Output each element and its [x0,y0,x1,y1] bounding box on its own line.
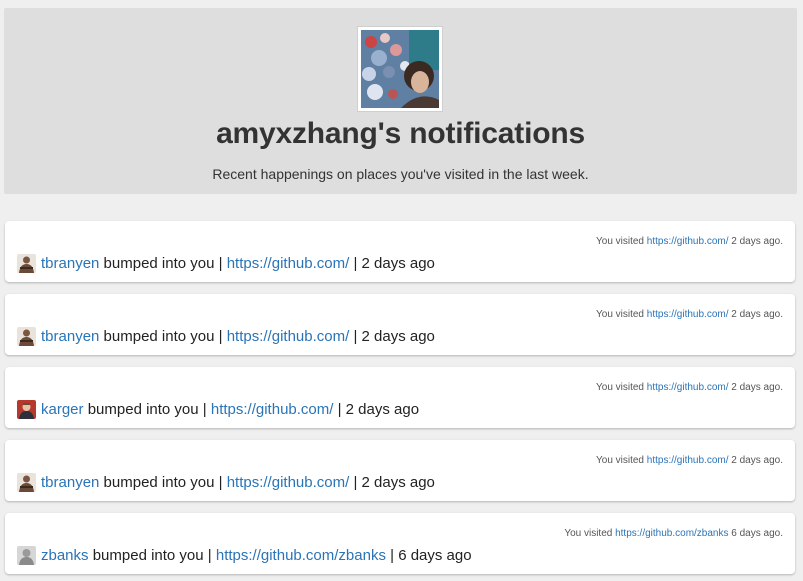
notification-time: 2 days ago [361,328,435,345]
visit-prefix: You visited [596,382,644,393]
notification-card: You visited https://github.com/ 2 days a… [5,294,795,355]
profile-avatar[interactable] [357,26,443,112]
notification-card: You visited https://github.com/ 2 days a… [5,440,795,501]
notifications-header: amyxzhang's notifications Recent happeni… [4,8,797,194]
page-link[interactable]: https://github.com/ [211,401,334,418]
page-subtitle: Recent happenings on places you've visit… [212,166,589,182]
user-link[interactable]: tbranyen [41,474,99,491]
user-avatar-icon[interactable] [17,327,36,346]
visit-link[interactable]: https://github.com/ [647,309,729,320]
notification-time: 2 days ago [361,255,435,272]
visit-link[interactable]: https://github.com/ [647,236,729,247]
notification-action: bumped into you [103,255,215,272]
user-avatar-icon[interactable] [17,254,36,273]
notification-card: You visited https://github.com/zbanks 6 … [5,513,795,574]
notification-line: tbranyen bumped into you | https://githu… [17,473,435,492]
notification-time: 6 days ago [398,547,472,564]
visit-prefix: You visited [596,309,644,320]
visit-meta: You visited https://github.com/ 2 days a… [596,455,783,466]
notification-card: You visited https://github.com/ 2 days a… [5,221,795,282]
page-link[interactable]: https://github.com/ [227,474,350,491]
user-link[interactable]: karger [41,401,84,418]
notification-card: You visited https://github.com/ 2 days a… [5,367,795,428]
visit-link[interactable]: https://github.com/zbanks [615,528,728,539]
visit-prefix: You visited [596,236,644,247]
visit-time: 2 days ago. [731,382,783,393]
user-link[interactable]: tbranyen [41,255,99,272]
notification-action: bumped into you [92,547,204,564]
visit-prefix: You visited [596,455,644,466]
page-title: amyxzhang's notifications [216,117,585,150]
visit-meta: You visited https://github.com/zbanks 6 … [564,528,783,539]
page-link[interactable]: https://github.com/zbanks [216,547,386,564]
notification-time: 2 days ago [345,401,420,418]
visit-link[interactable]: https://github.com/ [647,382,729,393]
user-avatar-icon[interactable] [17,473,36,492]
notification-time: 2 days ago [361,474,435,491]
visit-meta: You visited https://github.com/ 2 days a… [596,382,783,393]
visit-time: 2 days ago. [731,309,783,320]
visit-time: 2 days ago. [731,236,783,247]
user-link[interactable]: zbanks [41,547,89,564]
visit-time: 2 days ago. [731,455,783,466]
visit-link[interactable]: https://github.com/ [647,455,729,466]
visit-meta: You visited https://github.com/ 2 days a… [596,236,783,247]
visit-meta: You visited https://github.com/ 2 days a… [596,309,783,320]
page-link[interactable]: https://github.com/ [227,328,350,345]
notification-action: bumped into you [103,474,215,491]
profile-photo-icon [361,30,439,108]
user-avatar-icon[interactable] [17,400,36,419]
notification-line: tbranyen bumped into you | https://githu… [17,254,435,273]
user-avatar-icon[interactable] [17,546,36,565]
notification-action: bumped into you [103,328,215,345]
notification-line: zbanks bumped into you | https://github.… [17,546,472,565]
visit-time: 6 days ago. [731,528,783,539]
notification-line: karger bumped into you | https://github.… [17,400,419,419]
notification-line: tbranyen bumped into you | https://githu… [17,327,435,346]
notification-action: bumped into you [87,401,199,418]
user-link[interactable]: tbranyen [41,328,99,345]
visit-prefix: You visited [564,528,613,539]
page-link[interactable]: https://github.com/ [227,255,350,272]
